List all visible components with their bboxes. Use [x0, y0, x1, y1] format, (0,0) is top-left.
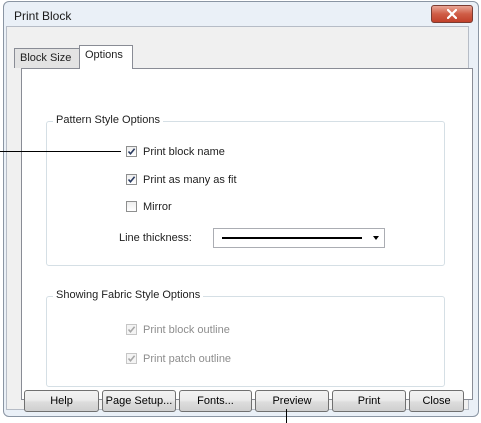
print-button[interactable]: Print [332, 390, 406, 412]
line-thickness-dropdown[interactable] [213, 228, 385, 248]
print-as-many-as-fit-checkbox[interactable]: Print as many as fit [126, 172, 237, 187]
page-setup-button[interactable]: Page Setup... [102, 390, 176, 412]
tab-options[interactable]: Options [79, 45, 133, 69]
options-tab-panel: Pattern Style Options Print block name P… [21, 68, 473, 400]
checkbox-box [126, 353, 137, 364]
group-legend: Showing Fabric Style Options [53, 289, 204, 301]
window-close-button[interactable] [431, 5, 473, 23]
help-button[interactable]: Help [24, 390, 99, 412]
checkmark-icon [127, 176, 136, 184]
print-block-name-checkbox[interactable]: Print block name [126, 144, 225, 159]
line-thickness-label: Line thickness: [119, 232, 192, 244]
fabric-style-group: Showing Fabric Style Options Print block… [46, 289, 445, 387]
checkbox-box [126, 146, 137, 157]
tab-label: Options [85, 49, 123, 61]
checkmark-icon [127, 355, 136, 363]
mirror-checkbox[interactable]: Mirror [126, 199, 172, 214]
checkbox-box [126, 324, 137, 335]
checkbox-label: Mirror [143, 200, 172, 213]
checkbox-label: Print block outline [143, 323, 230, 336]
group-legend: Pattern Style Options [53, 114, 163, 126]
tab-label: Block Size [20, 52, 72, 64]
title-bar[interactable]: Print Block [4, 2, 478, 29]
window-title: Print Block [14, 9, 72, 23]
tab-block-size[interactable]: Block Size [14, 48, 80, 68]
close-button[interactable]: Close [409, 390, 464, 412]
callout-line-as-many-as-fit [0, 151, 121, 152]
chevron-down-icon [373, 236, 379, 240]
callout-line-preview [286, 409, 287, 423]
close-icon [447, 9, 457, 19]
fonts-button[interactable]: Fonts... [179, 390, 252, 412]
checkmark-icon [127, 326, 136, 334]
print-block-outline-checkbox[interactable]: Print block outline [126, 322, 230, 337]
checkbox-box [126, 201, 137, 212]
checkmark-icon [127, 148, 136, 156]
dialog-client-area: Block Size Options Pattern Style Options… [6, 26, 473, 412]
line-thickness-sample [222, 237, 362, 239]
checkbox-label: Print patch outline [143, 352, 232, 365]
checkbox-label: Print block name [143, 145, 225, 158]
pattern-style-group: Pattern Style Options Print block name P… [46, 114, 445, 266]
checkbox-box [126, 174, 137, 185]
checkbox-label: Print as many as fit [143, 173, 237, 186]
print-patch-outline-checkbox[interactable]: Print patch outline [126, 351, 231, 366]
preview-button[interactable]: Preview [255, 390, 329, 412]
